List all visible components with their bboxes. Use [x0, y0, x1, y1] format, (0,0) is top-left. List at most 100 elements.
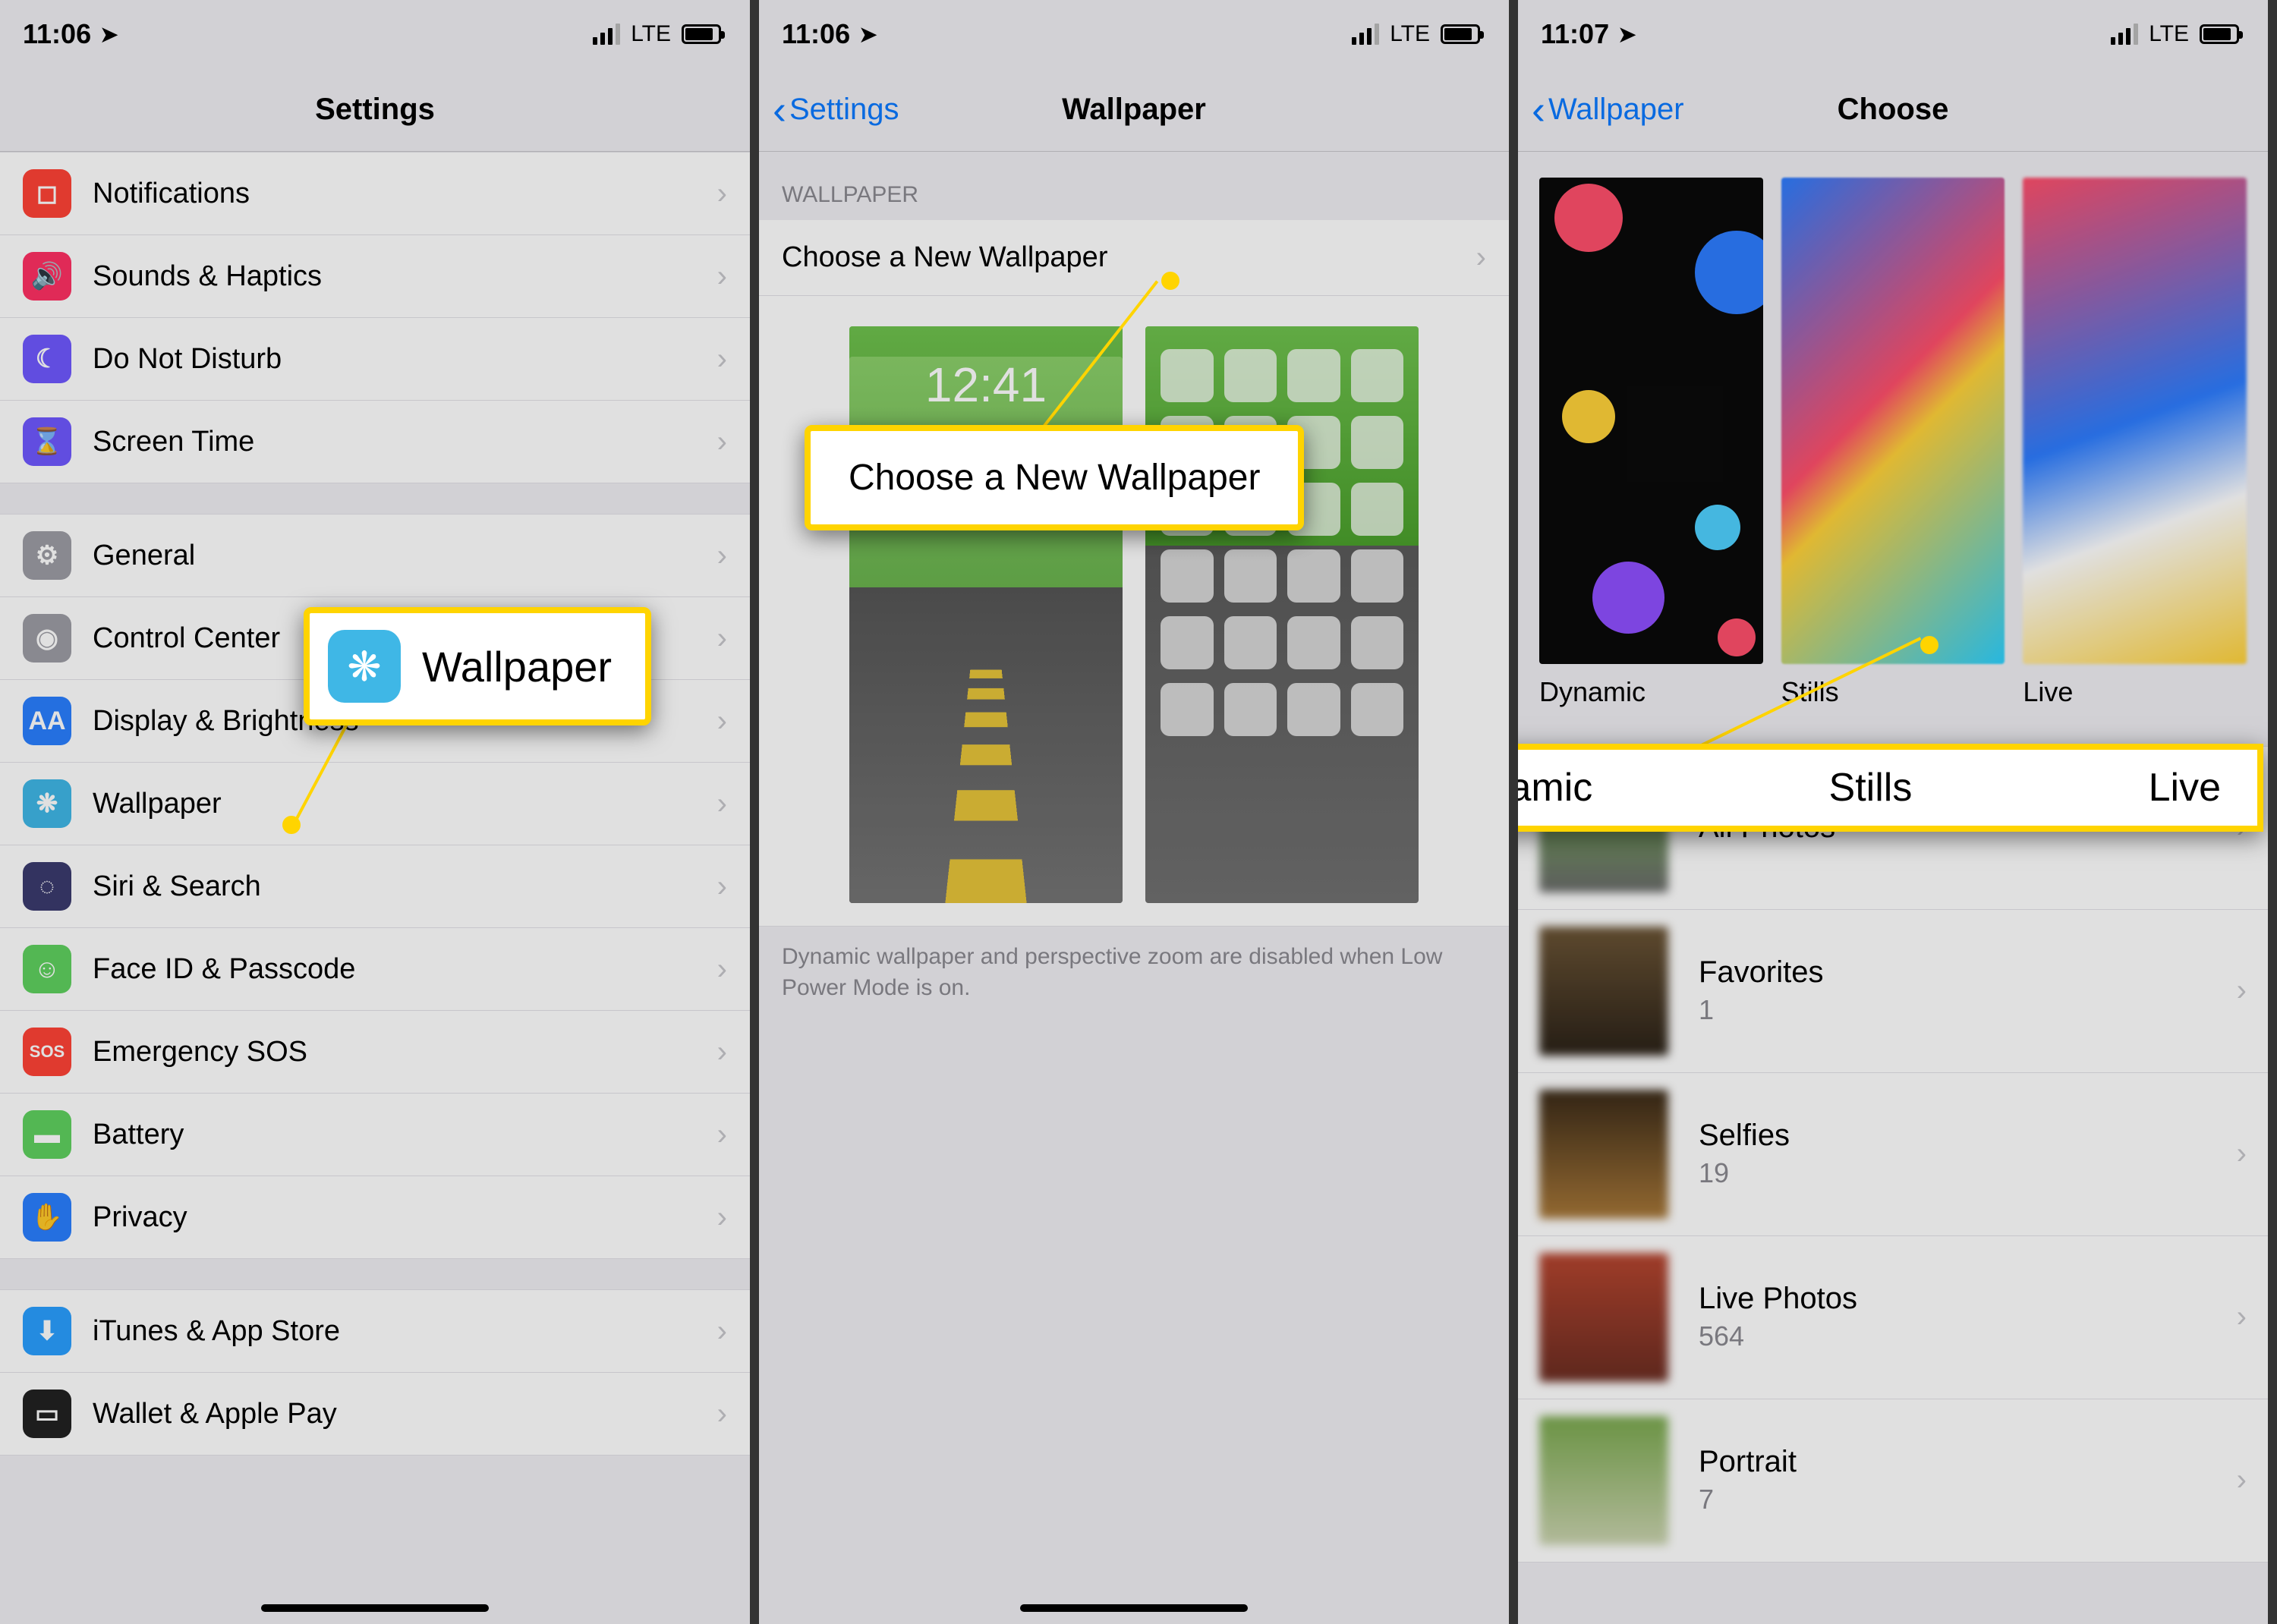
highlight-dot	[1161, 272, 1179, 290]
album-count: 1	[1699, 994, 2237, 1026]
chevron-right-icon: ›	[717, 704, 727, 738]
highlight-callout: Choose a New Wallpaper	[805, 425, 1304, 530]
settings-row-siri-search[interactable]: ◌Siri & Search›	[0, 845, 750, 928]
album-count: 564	[1699, 1320, 2237, 1352]
page-title: Choose	[1838, 93, 1949, 127]
row-icon: AA	[23, 697, 71, 745]
chevron-right-icon: ›	[2237, 1137, 2247, 1171]
highlight-item: Stills	[1829, 765, 1913, 810]
status-bar: 11:07 ➤ LTE	[1518, 0, 2268, 68]
location-icon: ➤	[1618, 22, 1636, 47]
highlight-dot	[1920, 636, 1938, 654]
row-icon: ❋	[23, 779, 71, 828]
chevron-right-icon: ›	[717, 870, 727, 904]
row-icon: ◉	[23, 614, 71, 663]
status-bar: 11:06 ➤ LTE	[0, 0, 750, 68]
network-label: LTE	[1390, 21, 1430, 47]
album-text: Live Photos564	[1699, 1282, 2237, 1352]
row-label: Face ID & Passcode	[93, 953, 717, 986]
status-time: 11:07	[1541, 18, 1609, 50]
row-label: Privacy	[93, 1201, 717, 1234]
row-label: Wallet & Apple Pay	[93, 1398, 717, 1430]
home-screen-preview[interactable]	[1145, 326, 1419, 903]
dynamic-thumb	[1539, 178, 1763, 664]
screen-choose: 11:07 ➤ LTE ‹ Wallpaper Choose Dynamic S…	[1518, 0, 2277, 1624]
album-text: Portrait7	[1699, 1445, 2237, 1515]
battery-icon	[2200, 24, 2239, 44]
album-thumb	[1539, 1253, 1668, 1382]
lock-screen-preview[interactable]: 12:41	[849, 326, 1123, 903]
wallpaper-icon: ❋	[328, 630, 401, 703]
settings-row-battery[interactable]: ▬Battery›	[0, 1094, 750, 1176]
category-label: Stills	[1781, 676, 2005, 708]
chevron-right-icon: ›	[717, 539, 727, 573]
row-label: Battery	[93, 1119, 717, 1151]
row-icon: ✋	[23, 1193, 71, 1242]
row-icon: SOS	[23, 1028, 71, 1076]
chevron-right-icon: ›	[717, 1201, 727, 1235]
page-title: Wallpaper	[1062, 93, 1206, 127]
category-stills[interactable]: Stills	[1781, 178, 2005, 708]
signal-icon	[2111, 24, 2138, 45]
settings-row-wallpaper[interactable]: ❋Wallpaper›	[0, 763, 750, 845]
row-icon: ⚙	[23, 531, 71, 580]
location-icon: ➤	[859, 22, 877, 47]
row-label: Screen Time	[93, 426, 717, 458]
back-button[interactable]: ‹ Wallpaper	[1532, 93, 1684, 127]
chevron-right-icon: ›	[717, 342, 727, 376]
category-row: Dynamic Stills Live	[1518, 152, 2268, 716]
nav-bar: ‹ Settings Wallpaper	[759, 68, 1509, 152]
nav-bar: Settings	[0, 68, 750, 152]
album-thumb	[1539, 1416, 1668, 1545]
row-label: Sounds & Haptics	[93, 260, 717, 293]
choose-new-wallpaper-row[interactable]: Choose a New Wallpaper ›	[759, 220, 1509, 296]
settings-row-screen-time[interactable]: ⌛ Screen Time›	[0, 401, 750, 483]
battery-icon	[1441, 24, 1480, 44]
settings-row-privacy[interactable]: ✋ Privacy›	[0, 1176, 750, 1259]
category-label: Dynamic	[1539, 676, 1763, 708]
row-icon: ☺	[23, 945, 71, 993]
highlight-dot	[282, 816, 301, 834]
settings-row-general[interactable]: ⚙General›	[0, 514, 750, 597]
row-label: Choose a New Wallpaper	[782, 241, 1476, 274]
chevron-right-icon: ›	[717, 1397, 727, 1431]
network-label: LTE	[2149, 21, 2189, 47]
row-label: iTunes & App Store	[93, 1315, 717, 1348]
live-thumb	[2023, 178, 2247, 664]
album-thumb	[1539, 1090, 1668, 1219]
category-live[interactable]: Live	[2023, 178, 2247, 708]
chevron-right-icon: ›	[2237, 1300, 2247, 1334]
row-icon: ☾	[23, 335, 71, 383]
chevron-right-icon: ›	[717, 787, 727, 821]
settings-row-sounds-haptics[interactable]: 🔊Sounds & Haptics›	[0, 235, 750, 318]
album-count: 7	[1699, 1484, 2237, 1515]
chevron-right-icon: ›	[1476, 241, 1486, 275]
row-label: Do Not Disturb	[93, 343, 717, 376]
chevron-right-icon: ›	[717, 425, 727, 459]
chevron-right-icon: ›	[717, 952, 727, 987]
album-row-selfies[interactable]: Selfies19›	[1518, 1073, 2268, 1236]
album-row-favorites[interactable]: Favorites1›	[1518, 910, 2268, 1073]
category-dynamic[interactable]: Dynamic	[1539, 178, 1763, 708]
settings-row-face-id-passcode[interactable]: ☺ Face ID & Passcode›	[0, 928, 750, 1011]
row-icon: 🔊	[23, 252, 71, 301]
row-icon: ◻︎	[23, 169, 71, 218]
settings-row-do-not-disturb[interactable]: ☾ Do Not Disturb›	[0, 318, 750, 401]
chevron-right-icon: ›	[717, 1118, 727, 1152]
album-row-live-photos[interactable]: Live Photos564›	[1518, 1236, 2268, 1399]
home-indicator	[1020, 1604, 1248, 1612]
section-footer: Dynamic wallpaper and perspective zoom a…	[759, 927, 1509, 1015]
row-icon: ⌛	[23, 417, 71, 466]
back-button[interactable]: ‹ Settings	[773, 93, 899, 127]
back-label: Settings	[789, 93, 899, 127]
settings-row-itunes-app-store[interactable]: ⬇iTunes & App Store›	[0, 1289, 750, 1373]
settings-row-notifications[interactable]: ◻︎Notifications›	[0, 152, 750, 235]
settings-row-emergency-sos[interactable]: SOSEmergency SOS›	[0, 1011, 750, 1094]
settings-row-wallet-apple-pay[interactable]: ▭Wallet & Apple Pay›	[0, 1373, 750, 1456]
album-name: Selfies	[1699, 1119, 2237, 1153]
highlight-item: Live	[2149, 765, 2221, 810]
screen-wallpaper: 11:06 ➤ LTE ‹ Settings Wallpaper WALLPAP…	[759, 0, 1518, 1624]
status-bar: 11:06 ➤ LTE	[759, 0, 1509, 68]
album-row-portrait[interactable]: Portrait7›	[1518, 1399, 2268, 1563]
chevron-right-icon: ›	[717, 622, 727, 656]
